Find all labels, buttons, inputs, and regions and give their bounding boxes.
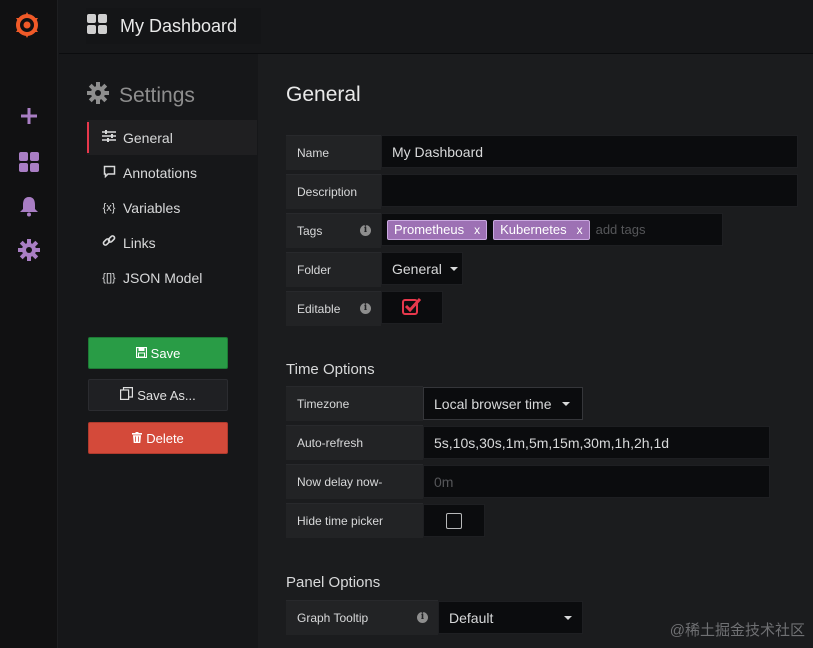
settings-sidebar: Settings General Annotations {x} Variabl…	[59, 54, 258, 648]
watermark: @稀土掘金技术社区	[669, 622, 805, 639]
delete-label: Delete	[146, 430, 184, 446]
nav-label: Annotations	[123, 164, 197, 181]
panel-options-heading: Panel Options	[286, 574, 381, 591]
tags-placeholder: add tags	[595, 222, 646, 237]
folder-select[interactable]: General	[381, 252, 463, 285]
tooltip-label-text: Graph Tooltip	[297, 611, 369, 625]
sliders-icon	[101, 130, 117, 145]
timezone-label: Timezone	[286, 386, 423, 421]
gear-icon[interactable]	[17, 238, 41, 262]
save-as-label: Save As...	[137, 387, 196, 403]
caret-down-icon	[449, 266, 458, 271]
timezone-select[interactable]: Local browser time	[423, 387, 583, 420]
tag-label: Kubernetes	[500, 222, 567, 237]
tag-remove-button[interactable]: x	[474, 223, 480, 237]
tag-label: Prometheus	[394, 222, 465, 237]
nav-item-general[interactable]: General	[87, 120, 257, 155]
nowdelay-label: Now delay now-	[286, 464, 423, 499]
checked-checkbox-icon	[402, 297, 422, 318]
autorefresh-label: Auto-refresh	[286, 425, 423, 460]
info-icon[interactable]: i	[360, 303, 371, 314]
name-input[interactable]: My Dashboard	[381, 135, 798, 168]
editable-checkbox[interactable]	[381, 291, 443, 324]
info-icon[interactable]: i	[417, 612, 428, 623]
save-as-button[interactable]: Save As...	[88, 379, 228, 411]
autorefresh-label-text: Auto-refresh	[297, 436, 364, 450]
folder-label: Folder	[286, 252, 381, 287]
dashboard-title-button[interactable]: My Dashboard	[86, 8, 262, 44]
grafana-logo-icon[interactable]	[12, 10, 42, 40]
autorefresh-input[interactable]: 5s,10s,30s,1m,5m,15m,30m,1h,2h,1d	[423, 426, 770, 459]
nav-item-annotations[interactable]: Annotations	[87, 155, 257, 190]
time-options-heading: Time Options	[286, 361, 375, 378]
editable-label: Editable i	[286, 291, 381, 326]
info-icon[interactable]: i	[360, 225, 371, 236]
tooltip-label: Graph Tooltip i	[286, 600, 438, 635]
tag-remove-button[interactable]: x	[577, 223, 583, 237]
dashboard-title: My Dashboard	[120, 15, 238, 36]
general-heading: General	[286, 83, 361, 106]
trash-icon	[132, 431, 143, 446]
link-icon	[101, 234, 117, 251]
caret-down-icon	[561, 401, 570, 406]
description-label: Description	[286, 174, 381, 209]
editable-label-text: Editable	[297, 302, 341, 316]
nowdelay-label-text: Now delay now-	[297, 475, 383, 489]
tags-input[interactable]: Prometheus x Kubernetes x add tags	[381, 213, 723, 246]
side-menu	[0, 0, 58, 648]
variable-icon: {x}	[102, 201, 116, 214]
timezone-label-text: Timezone	[297, 397, 350, 411]
hide-picker-checkbox[interactable]	[423, 504, 485, 537]
settings-main: General Name My Dashboard Description Ta…	[258, 54, 813, 648]
folder-value: General	[392, 260, 442, 277]
nav-item-json-model[interactable]: {[]} JSON Model	[87, 260, 257, 295]
tooltip-select[interactable]: Default	[438, 601, 583, 634]
nav-label: Links	[123, 234, 156, 251]
nowdelay-input[interactable]: 0m	[423, 465, 770, 498]
nav-item-variables[interactable]: {x} Variables	[87, 190, 257, 225]
unchecked-checkbox-icon	[446, 512, 462, 529]
dashboard-grid-icon	[86, 13, 108, 40]
folder-label-text: Folder	[297, 263, 332, 277]
tags-label-text: Tags	[297, 224, 323, 238]
nav-label: General	[123, 129, 173, 146]
settings-gear-icon	[87, 82, 109, 109]
description-input[interactable]	[381, 174, 798, 207]
plus-icon[interactable]	[17, 104, 41, 128]
delete-button[interactable]: Delete	[88, 422, 228, 454]
save-label: Save	[150, 345, 181, 361]
hide-picker-label: Hide time picker	[286, 503, 423, 538]
description-label-text: Description	[297, 185, 358, 199]
settings-heading: Settings	[87, 82, 195, 109]
tooltip-value: Default	[449, 609, 494, 626]
timezone-value: Local browser time	[434, 395, 552, 412]
bell-icon[interactable]	[17, 194, 41, 218]
nav-item-links[interactable]: Links	[87, 225, 257, 260]
tag-chip: Kubernetes x	[493, 219, 590, 240]
save-button[interactable]: Save	[88, 337, 228, 369]
name-label-text: Name	[297, 146, 330, 160]
nav-label: JSON Model	[123, 269, 203, 286]
hide-picker-label-text: Hide time picker	[297, 514, 384, 528]
tag-chip: Prometheus x	[387, 219, 488, 240]
comment-icon	[101, 165, 117, 181]
name-label: Name	[286, 135, 381, 170]
json-icon: {[]}	[102, 271, 116, 284]
copy-icon	[120, 387, 134, 403]
settings-title: Settings	[119, 83, 195, 107]
top-navbar: My Dashboard	[59, 0, 813, 54]
nav-label: Variables	[123, 199, 181, 216]
save-icon	[135, 346, 147, 361]
dashboards-icon[interactable]	[17, 150, 41, 174]
caret-down-icon	[564, 615, 572, 620]
settings-nav: General Annotations {x} Variables Links …	[87, 120, 257, 295]
tags-label: Tags i	[286, 213, 381, 248]
